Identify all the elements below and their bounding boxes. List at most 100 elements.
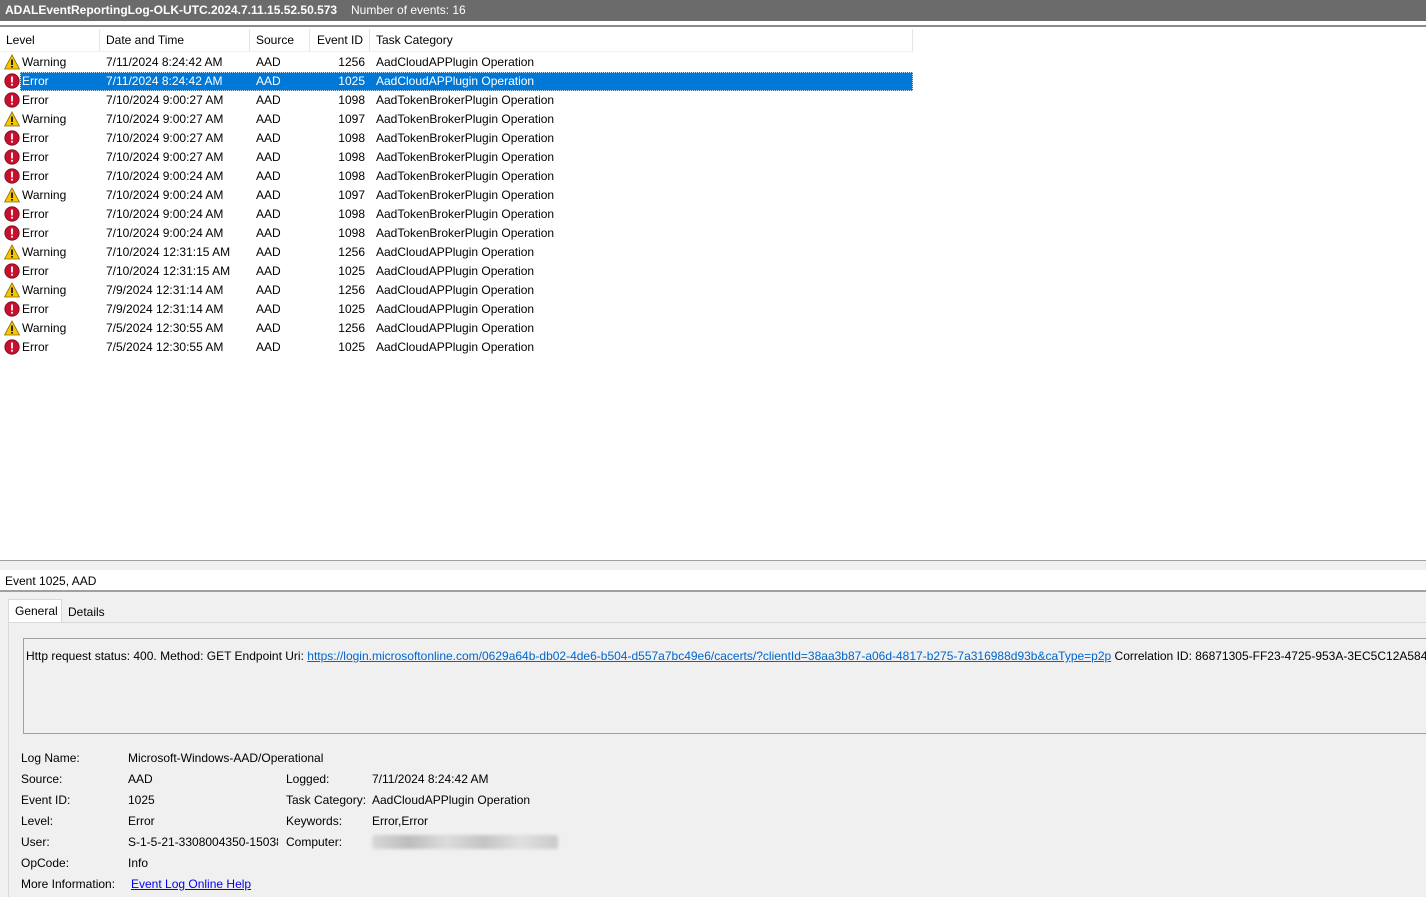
task-category-label: Task Category: bbox=[286, 793, 367, 807]
event-source: AAD bbox=[256, 112, 281, 126]
event-source: AAD bbox=[256, 226, 281, 240]
column-header-task-category[interactable]: Task Category bbox=[370, 29, 913, 51]
source-label: Source: bbox=[21, 772, 63, 786]
event-level: Error bbox=[22, 302, 49, 316]
event-row[interactable]: Error 7/5/2024 12:30:55 AM AAD 1025 AadCloud… bbox=[0, 338, 913, 357]
error-icon bbox=[4, 149, 20, 165]
column-header-event-id[interactable]: Event ID bbox=[310, 29, 370, 51]
event-row[interactable]: Warning 7/11/2024 8:24:42 AM AAD 1256 AadClo… bbox=[0, 53, 913, 72]
event-source: AAD bbox=[256, 55, 281, 69]
event-row[interactable]: Error 7/10/2024 9:00:27 AM AAD 1098 AadToken… bbox=[0, 91, 913, 110]
event-id: 1256 bbox=[338, 245, 365, 259]
event-source: AAD bbox=[256, 188, 281, 202]
event-level: Error bbox=[22, 207, 49, 221]
event-date-time: 7/5/2024 12:30:55 AM bbox=[106, 340, 224, 354]
event-row[interactable]: Error 7/10/2024 9:00:24 AM AAD 1098 AadToken… bbox=[0, 205, 913, 224]
event-log-online-help-link[interactable]: Event Log Online Help bbox=[131, 877, 251, 891]
event-detail-title: Event 1025, AAD bbox=[5, 574, 97, 588]
event-level: Error bbox=[22, 169, 49, 183]
general-tab-panel: Http request status: 400. Method: GET En… bbox=[8, 622, 1426, 897]
event-source: AAD bbox=[256, 321, 281, 335]
logged-label: Logged: bbox=[286, 772, 330, 786]
error-icon bbox=[4, 206, 20, 222]
event-id: 1025 bbox=[338, 74, 365, 88]
title-separator bbox=[0, 21, 1426, 27]
log-name-label: Log Name: bbox=[21, 751, 80, 765]
event-id: 1098 bbox=[338, 207, 365, 221]
event-id: 1256 bbox=[338, 321, 365, 335]
tab-details[interactable]: Details bbox=[62, 601, 106, 624]
event-level: Warning bbox=[22, 245, 67, 259]
event-row[interactable]: Warning 7/10/2024 12:31:15 AM AAD 1256 AadCl… bbox=[0, 243, 913, 262]
description-suffix: Correlation ID: 86871305-FF23-4725-953A-… bbox=[1111, 649, 1426, 663]
error-icon bbox=[4, 168, 20, 184]
event-row[interactable]: Warning 7/9/2024 12:31:14 AM AAD 1256 AadClo… bbox=[0, 281, 913, 300]
event-row[interactable]: Error 7/10/2024 9:00:24 AM AAD 1098 AadToken… bbox=[0, 167, 913, 186]
opcode-label: OpCode: bbox=[21, 856, 70, 870]
event-level: Warning bbox=[22, 112, 67, 126]
error-icon bbox=[4, 92, 20, 108]
level-value: Error bbox=[128, 814, 155, 828]
event-row[interactable]: Error 7/10/2024 9:00:27 AM AAD 1098 AadToken… bbox=[0, 129, 913, 148]
event-row[interactable]: Warning 7/10/2024 9:00:27 AM AAD 1097 AadTok… bbox=[0, 110, 913, 129]
event-level: Warning bbox=[22, 188, 67, 202]
computer-value-redacted bbox=[372, 835, 558, 852]
event-row[interactable]: Error 7/10/2024 12:31:15 AM AAD 1025 AadClou… bbox=[0, 262, 913, 281]
event-task-category: AadTokenBrokerPlugin Operation bbox=[376, 207, 555, 221]
event-date-time: 7/5/2024 12:30:55 AM bbox=[106, 321, 224, 335]
event-row[interactable]: Warning 7/10/2024 9:00:24 AM AAD 1097 AadTok… bbox=[0, 186, 913, 205]
event-task-category: AadTokenBrokerPlugin Operation bbox=[376, 226, 555, 240]
tab-general[interactable]: General bbox=[8, 599, 62, 623]
event-task-category: AadCloudAPPlugin Operation bbox=[376, 264, 535, 278]
source-value: AAD bbox=[128, 772, 153, 786]
event-id: 1097 bbox=[338, 188, 365, 202]
event-id-label: Event ID: bbox=[21, 793, 71, 807]
event-level: Error bbox=[22, 74, 49, 88]
event-row[interactable]: Error 7/9/2024 12:31:14 AM AAD 1025 AadCloud… bbox=[0, 300, 913, 319]
column-header-source[interactable]: Source bbox=[250, 29, 310, 51]
more-information-label: More Information: bbox=[21, 877, 116, 891]
error-icon bbox=[4, 301, 20, 317]
event-task-category: AadCloudAPPlugin Operation bbox=[376, 340, 535, 354]
level-label: Level: bbox=[21, 814, 54, 828]
event-row[interactable]: Error 7/11/2024 8:24:42 AM AAD 1025 AadCloud… bbox=[0, 72, 913, 91]
event-id: 1097 bbox=[338, 112, 365, 126]
log-name-value: Microsoft-Windows-AAD/Operational bbox=[128, 751, 324, 765]
column-header-date-time[interactable]: Date and Time bbox=[100, 29, 250, 51]
event-row[interactable]: Error 7/10/2024 9:00:24 AM AAD 1098 AadToken… bbox=[0, 224, 913, 243]
error-icon bbox=[4, 73, 20, 89]
event-level: Error bbox=[22, 264, 49, 278]
warning-icon bbox=[3, 320, 21, 336]
event-date-time: 7/9/2024 12:31:14 AM bbox=[106, 302, 224, 316]
endpoint-uri-link[interactable]: https://login.microsoftonline.com/0629a6… bbox=[307, 649, 1111, 663]
event-level: Warning bbox=[22, 55, 67, 69]
column-header-level[interactable]: Level bbox=[0, 29, 100, 51]
event-list[interactable]: Level Date and Time Source Event ID Task… bbox=[0, 29, 1426, 560]
event-task-category: AadCloudAPPlugin Operation bbox=[376, 302, 535, 316]
event-date-time: 7/10/2024 9:00:24 AM bbox=[106, 226, 224, 240]
task-category-value: AadCloudAPPlugin Operation bbox=[372, 793, 531, 807]
warning-icon bbox=[3, 187, 21, 203]
event-row[interactable]: Error 7/10/2024 9:00:27 AM AAD 1098 AadToken… bbox=[0, 148, 913, 167]
event-description-box[interactable]: Http request status: 400. Method: GET En… bbox=[23, 638, 1426, 734]
event-level: Error bbox=[22, 226, 49, 240]
event-row[interactable]: Warning 7/5/2024 12:30:55 AM AAD 1256 AadClo… bbox=[0, 319, 913, 338]
redacted-computer-name bbox=[372, 835, 558, 849]
logged-value: 7/11/2024 8:24:42 AM bbox=[372, 772, 489, 786]
event-level: Error bbox=[22, 93, 49, 107]
event-detail-header: Event 1025, AAD bbox=[0, 570, 1426, 592]
error-icon bbox=[4, 225, 20, 241]
event-date-time: 7/10/2024 12:31:15 AM bbox=[106, 245, 231, 259]
header-divider bbox=[0, 51, 913, 52]
event-source: AAD bbox=[256, 264, 281, 278]
pane-splitter[interactable] bbox=[0, 560, 1426, 570]
event-id: 1256 bbox=[338, 283, 365, 297]
error-icon bbox=[4, 130, 20, 146]
event-task-category: AadTokenBrokerPlugin Operation bbox=[376, 188, 555, 202]
user-label: User: bbox=[21, 835, 50, 849]
keywords-value: Error,Error bbox=[372, 814, 429, 828]
log-title-bar: ADALEventReportingLog-OLK-UTC.2024.7.11.… bbox=[0, 0, 1426, 21]
event-date-time: 7/10/2024 9:00:27 AM bbox=[106, 131, 224, 145]
event-task-category: AadCloudAPPlugin Operation bbox=[376, 245, 535, 259]
user-value: S-1-5-21-3308004350-150382 bbox=[128, 835, 278, 849]
